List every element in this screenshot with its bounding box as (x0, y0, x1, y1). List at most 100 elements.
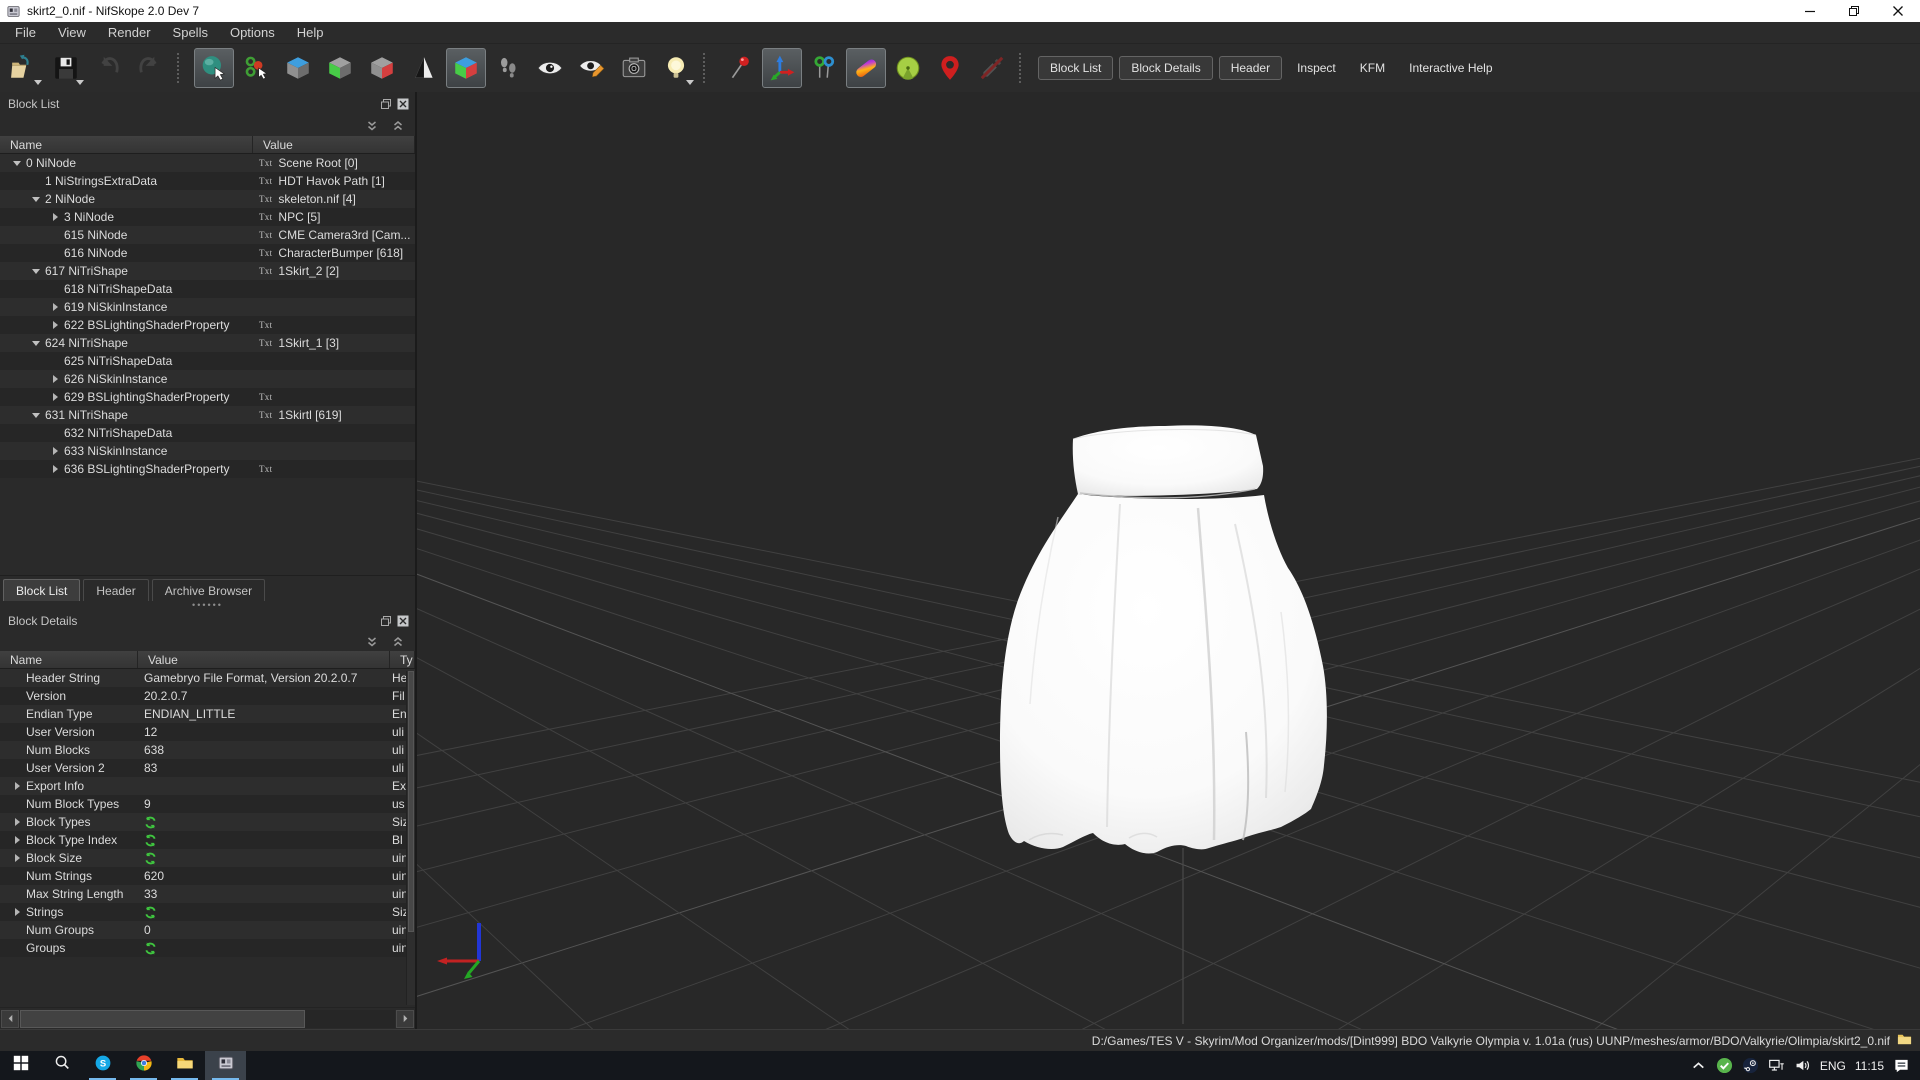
block-details-row[interactable]: Max String Length33uin (0, 885, 415, 903)
block-details-row[interactable]: Block Sizeuin (0, 849, 415, 867)
expand-arrow-icon[interactable] (46, 447, 64, 455)
expand-arrow-icon[interactable] (27, 413, 45, 418)
toolbar-button-kfm[interactable]: KFM (1351, 57, 1394, 79)
detail-value-cell[interactable]: 33 (138, 885, 390, 903)
textured-cube-button[interactable] (446, 48, 486, 88)
detail-value-cell[interactable]: 620 (138, 867, 390, 885)
screenshot-button[interactable]: O (614, 48, 654, 88)
menu-help[interactable]: Help (286, 22, 335, 43)
tray-expand-icon[interactable] (1690, 1057, 1707, 1074)
clock[interactable]: 11:15 (1855, 1059, 1884, 1073)
scroll-up-icon[interactable] (391, 120, 405, 133)
block-list-row[interactable]: 1 NiStringsExtraDataTxtHDT Havok Path [1… (0, 172, 415, 190)
block-details-row[interactable]: Export InfoEx (0, 777, 415, 795)
start-taskbar-button[interactable] (0, 1051, 41, 1080)
restore-button[interactable] (1832, 0, 1876, 22)
toolbar-button-interactive-help[interactable]: Interactive Help (1400, 57, 1501, 79)
close-panel-icon[interactable] (397, 615, 409, 627)
redo-button[interactable] (130, 48, 170, 88)
save-button[interactable] (46, 48, 86, 88)
expand-arrow-icon[interactable] (46, 375, 64, 383)
explorer-taskbar-button[interactable] (164, 1051, 205, 1080)
column-header-name[interactable]: Name (0, 136, 253, 153)
scroll-right-icon[interactable] (396, 1010, 414, 1028)
block-list-row[interactable]: 624 NiTriShapeTxt1Skirt_1 [3] (0, 334, 415, 352)
block-details-row[interactable]: Num Strings620uin (0, 867, 415, 885)
expand-arrow-icon[interactable] (27, 197, 45, 202)
column-header-value[interactable]: Value (253, 136, 415, 153)
tab-header[interactable]: Header (83, 579, 148, 601)
skirt-mesh[interactable] (1000, 425, 1327, 853)
detail-value-cell[interactable] (138, 831, 390, 849)
undo-button[interactable] (88, 48, 128, 88)
toolbar-button-block-list[interactable]: Block List (1038, 56, 1113, 80)
block-list-row[interactable]: 631 NiTriShapeTxt1Skirtl [619] (0, 406, 415, 424)
security-check-icon[interactable] (1716, 1057, 1733, 1074)
vertical-scrollbar[interactable] (406, 671, 415, 1005)
scrollbar-track[interactable] (20, 1010, 395, 1028)
node-pins-button[interactable] (804, 48, 844, 88)
block-list-row[interactable]: 629 BSLightingShaderPropertyTxt (0, 388, 415, 406)
close-panel-icon[interactable] (397, 98, 409, 110)
block-list-row[interactable]: 636 BSLightingShaderPropertyTxt (0, 460, 415, 478)
detail-value-cell[interactable] (138, 903, 390, 921)
dropdown-arrow-icon[interactable] (34, 80, 42, 85)
menu-view[interactable]: View (47, 22, 97, 43)
detail-value-cell[interactable]: 9 (138, 795, 390, 813)
expand-arrow-icon[interactable] (46, 213, 64, 221)
menu-file[interactable]: File (4, 22, 47, 43)
detail-value-cell[interactable]: 0 (138, 921, 390, 939)
detail-value-cell[interactable] (138, 849, 390, 867)
minimize-button[interactable] (1788, 0, 1832, 22)
expand-arrow-icon[interactable] (46, 465, 64, 473)
column-header-ty[interactable]: Ty (390, 651, 415, 668)
block-list-row[interactable]: 622 BSLightingShaderPropertyTxt (0, 316, 415, 334)
block-list-row[interactable]: 0 NiNodeTxtScene Root [0] (0, 154, 415, 172)
detail-value-cell[interactable]: 12 (138, 723, 390, 741)
scroll-up-icon[interactable] (391, 636, 405, 649)
expand-arrow-icon[interactable] (8, 818, 26, 826)
view-side-button[interactable] (362, 48, 402, 88)
detail-value-cell[interactable]: ENDIAN_LITTLE (138, 705, 390, 723)
dropdown-arrow-icon[interactable] (76, 80, 84, 85)
block-list-row[interactable]: 626 NiSkinInstance (0, 370, 415, 388)
close-button[interactable] (1876, 0, 1920, 22)
expand-arrow-icon[interactable] (27, 341, 45, 346)
block-list-row[interactable]: 619 NiSkinInstance (0, 298, 415, 316)
flip-view-button[interactable] (404, 48, 444, 88)
scroll-left-icon[interactable] (1, 1010, 19, 1028)
detail-value-cell[interactable]: Gamebryo File Format, Version 20.2.0.7 (138, 669, 390, 687)
detail-value-cell[interactable]: 20.2.0.7 (138, 687, 390, 705)
language-indicator[interactable]: ENG (1820, 1059, 1846, 1073)
block-list-row[interactable]: 632 NiTriShapeData (0, 424, 415, 442)
block-details-row[interactable]: Num Groups0uin (0, 921, 415, 939)
expand-arrow-icon[interactable] (8, 836, 26, 844)
menu-spells[interactable]: Spells (162, 22, 219, 43)
block-details-row[interactable]: StringsSiz (0, 903, 415, 921)
dock-splitter-handle[interactable]: •••••• (0, 601, 415, 609)
scroll-down-icon[interactable] (365, 636, 379, 649)
menu-options[interactable]: Options (219, 22, 286, 43)
visibility-eye-button[interactable] (530, 48, 570, 88)
axes-button[interactable] (762, 48, 802, 88)
float-panel-icon[interactable] (380, 615, 392, 627)
float-panel-icon[interactable] (380, 98, 392, 110)
open-button[interactable] (4, 48, 44, 88)
block-list-row[interactable]: 2 NiNodeTxtskeleton.nif [4] (0, 190, 415, 208)
expand-arrow-icon[interactable] (46, 303, 64, 311)
lighting-bulb-button[interactable] (656, 48, 696, 88)
block-details-row[interactable]: Block TypesSiz (0, 813, 415, 831)
block-list-row[interactable]: 616 NiNodeTxtCharacterBumper [618] (0, 244, 415, 262)
block-details-row[interactable]: Num Block Types9us (0, 795, 415, 813)
tab-archive-browser[interactable]: Archive Browser (152, 579, 265, 601)
block-list-row[interactable]: 617 NiTriShapeTxt1Skirt_2 [2] (0, 262, 415, 280)
block-details-row[interactable]: Header StringGamebryo File Format, Versi… (0, 669, 415, 687)
expand-arrow-icon[interactable] (8, 854, 26, 862)
menu-render[interactable]: Render (97, 22, 162, 43)
pin-button[interactable] (720, 48, 760, 88)
block-details-row[interactable]: Groupsuin (0, 939, 415, 957)
steam-icon[interactable] (1742, 1057, 1759, 1074)
block-details-row[interactable]: Block Type IndexBl (0, 831, 415, 849)
detail-value-cell[interactable] (138, 777, 390, 795)
column-header-name[interactable]: Name (0, 651, 138, 668)
